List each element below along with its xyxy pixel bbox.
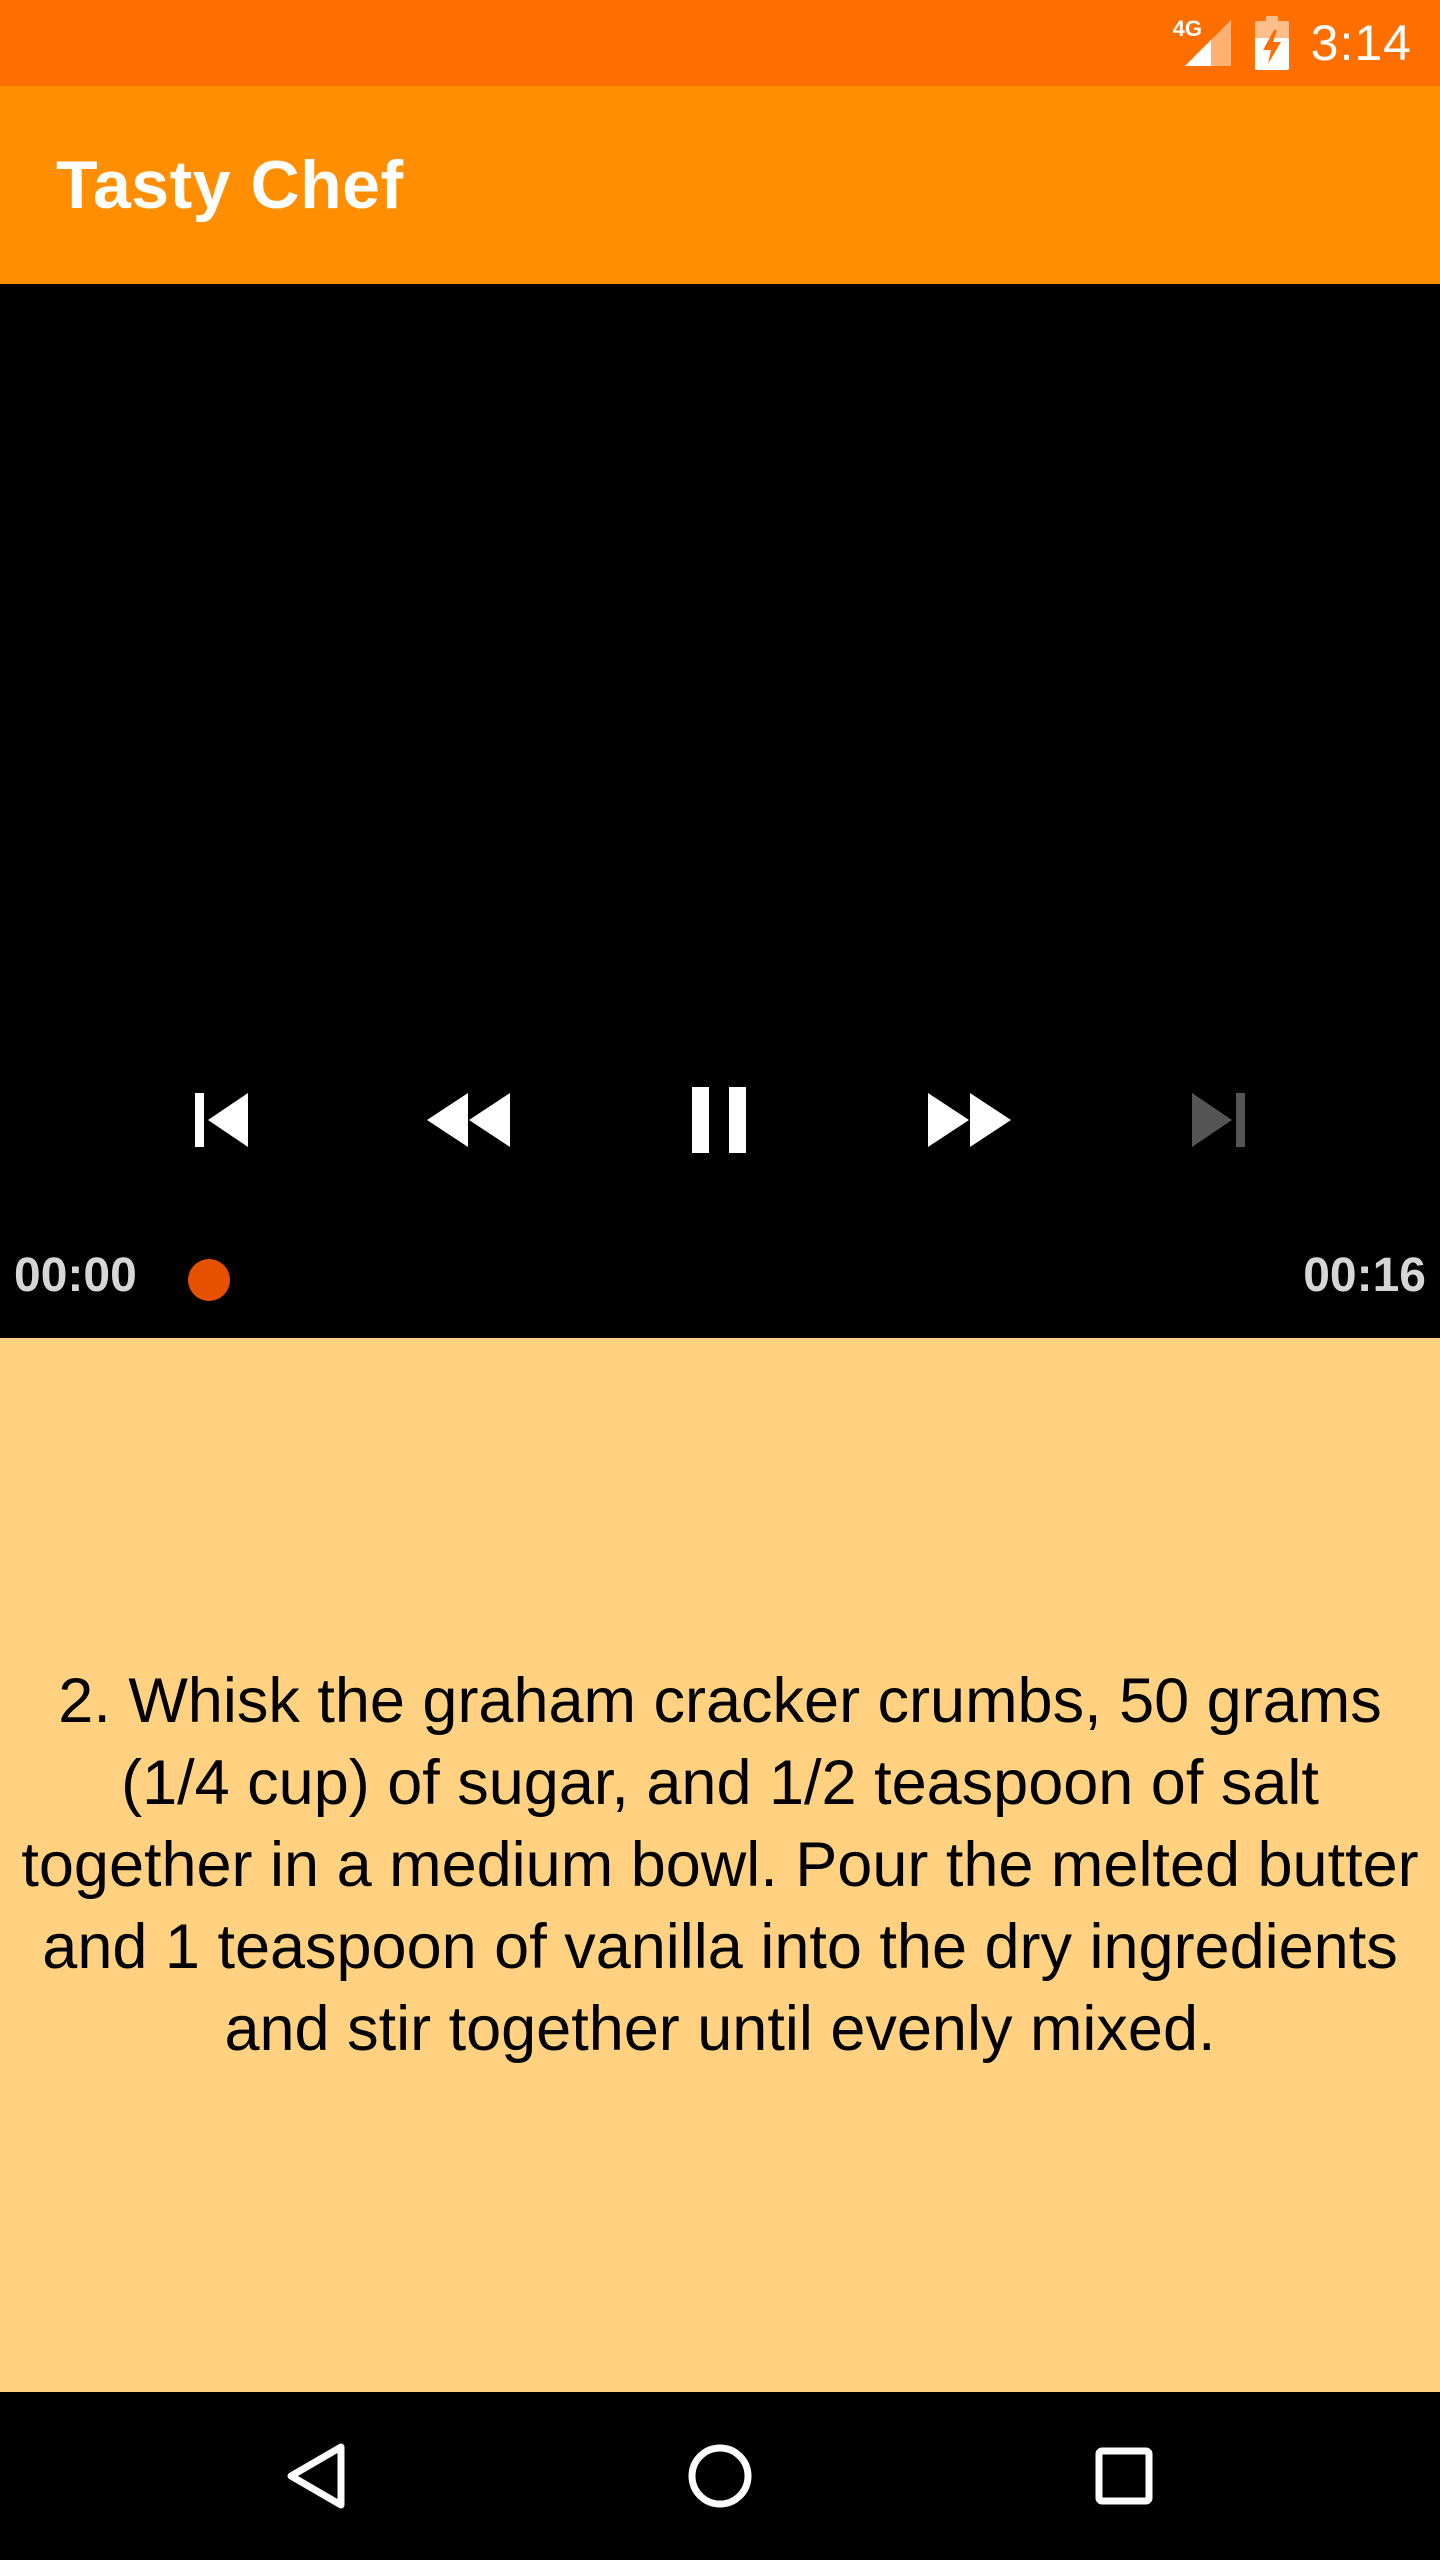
pause-button[interactable]: [660, 1070, 780, 1170]
app-title: Tasty Chef: [56, 147, 404, 223]
battery-charging-icon: [1254, 16, 1289, 70]
seek-bar-thumb[interactable]: [188, 1259, 230, 1301]
step-description-text: 2. Whisk the graham cracker crumbs, 50 g…: [21, 1666, 1419, 2064]
app-bar: Tasty Chef: [0, 86, 1440, 284]
next-button[interactable]: [1158, 1070, 1278, 1170]
home-button[interactable]: [670, 2426, 770, 2526]
signal-icon: 4G: [1173, 16, 1233, 68]
fast-forward-icon: [928, 1093, 1011, 1147]
player-controls: [0, 1070, 1440, 1170]
skip-next-icon: [1192, 1093, 1245, 1147]
fast-forward-button[interactable]: [910, 1070, 1030, 1170]
step-description-panel: 2. Whisk the graham cracker crumbs, 50 g…: [0, 1338, 1440, 2392]
back-button[interactable]: [266, 2426, 366, 2526]
duration-label: 00:16: [1303, 1249, 1426, 1302]
navigation-bar: [0, 2392, 1440, 2560]
previous-button[interactable]: [162, 1070, 282, 1170]
status-bar: 4G 3:14: [0, 0, 1440, 86]
status-clock: 3:14: [1310, 15, 1412, 71]
recents-icon: [1095, 2447, 1153, 2505]
pause-icon: [692, 1087, 746, 1153]
home-icon: [688, 2444, 752, 2508]
back-icon: [287, 2443, 345, 2509]
status-icons: 4G 3:14: [1173, 0, 1412, 86]
current-time-label: 00:00: [14, 1249, 137, 1302]
video-player[interactable]: [0, 284, 1440, 1338]
skip-previous-icon: [195, 1093, 248, 1147]
recents-button[interactable]: [1074, 2426, 1174, 2526]
rewind-icon: [427, 1093, 510, 1147]
rewind-button[interactable]: [408, 1070, 528, 1170]
